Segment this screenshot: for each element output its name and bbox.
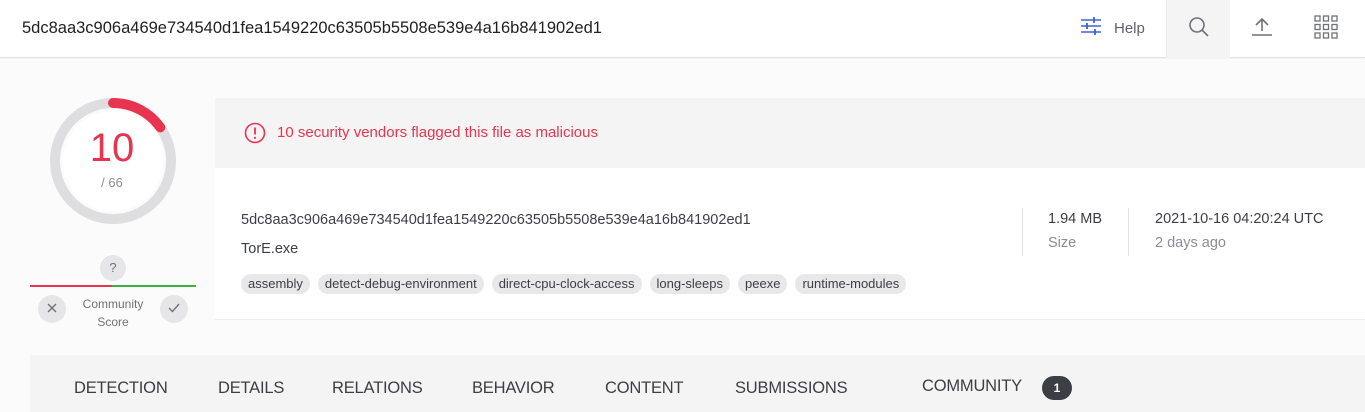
file-tags: assembly detect-debug-environment direct-c…: [241, 274, 907, 294]
detection-count: 10: [89, 126, 135, 170]
file-tag[interactable]: runtime-modules: [795, 274, 907, 294]
x-icon: [47, 300, 57, 318]
malicious-alert-banner: 10 security vendors flagged this file as…: [215, 98, 1365, 168]
report-tabs: DETECTION DETAILS RELATIONS BEHAVIOR CON…: [30, 355, 1365, 412]
analysis-date-relative: 2 days ago: [1155, 235, 1226, 251]
upload-icon: [1251, 16, 1273, 43]
search-input[interactable]: [22, 13, 1062, 43]
apps-menu-button[interactable]: [1294, 0, 1358, 58]
tab-relations[interactable]: RELATIONS: [332, 379, 423, 398]
community-label-line2: Score: [97, 315, 129, 329]
search-button[interactable]: [1166, 0, 1230, 58]
help-label: Help: [1114, 19, 1145, 37]
detection-total: / 66: [101, 175, 123, 190]
file-tag[interactable]: peexe: [738, 274, 788, 294]
tab-behavior[interactable]: BEHAVIOR: [472, 379, 555, 398]
file-info-card: 5dc8aa3c906a469e734540d1fea1549220c63505…: [215, 168, 1365, 320]
analysis-date: 2021-10-16 04:20:24 UTC: [1155, 211, 1324, 227]
apps-grid-icon: [1314, 14, 1338, 44]
top-search-bar: Help: [0, 0, 1365, 58]
vote-malicious-button[interactable]: [38, 295, 66, 323]
filter-sliders-icon: [1080, 16, 1102, 41]
file-tag[interactable]: detect-debug-environment: [317, 274, 484, 294]
file-tag[interactable]: direct-cpu-clock-access: [491, 274, 642, 294]
vote-harmless-button[interactable]: [160, 295, 188, 323]
upload-button[interactable]: [1230, 0, 1294, 58]
divider: [1128, 208, 1129, 256]
file-tag[interactable]: long-sleeps: [649, 274, 731, 294]
tab-content[interactable]: CONTENT: [605, 379, 684, 398]
divider: [1022, 208, 1023, 256]
alert-text: 10 security vendors flagged this file as…: [277, 124, 598, 141]
community-bar-negative: [30, 285, 112, 287]
search-icon: [1188, 16, 1210, 43]
community-bar-positive: [112, 285, 196, 287]
community-score-label: Community Score: [74, 295, 152, 331]
file-size-label: Size: [1048, 235, 1077, 251]
community-label-line1: Community: [82, 297, 144, 311]
file-hash: 5dc8aa3c906a469e734540d1fea1549220c63505…: [241, 212, 751, 228]
tab-details[interactable]: DETAILS: [218, 379, 284, 398]
alert-circle-icon: [244, 122, 266, 149]
file-tag[interactable]: assembly: [241, 274, 310, 294]
community-unknown-badge: ?: [100, 255, 126, 281]
file-size-value: 1.94 MB: [1048, 211, 1102, 227]
tab-submissions[interactable]: SUBMISSIONS: [735, 379, 848, 398]
file-name: TorE.exe: [241, 241, 299, 257]
community-count-badge: 1: [1042, 376, 1072, 400]
tab-detection[interactable]: DETECTION: [74, 379, 168, 398]
help-button[interactable]: Help: [1080, 14, 1145, 42]
tab-community[interactable]: COMMUNITY: [922, 377, 1022, 396]
check-icon: [168, 300, 180, 318]
